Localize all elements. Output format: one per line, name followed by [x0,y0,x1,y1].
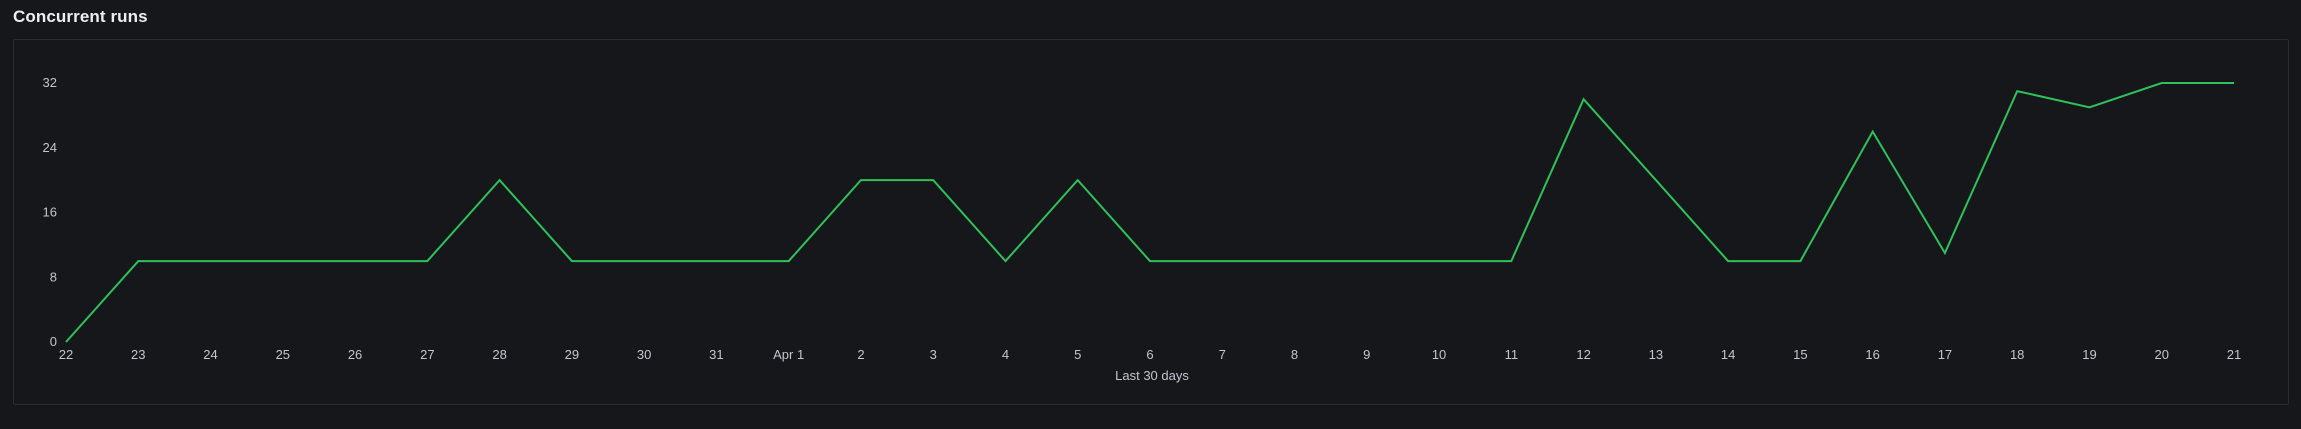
y-tick-label: 8 [50,269,57,284]
series-group [60,77,2240,348]
data-point[interactable] [205,255,217,267]
y-tick-label: 32 [43,75,57,90]
x-tick-label: Apr 1 [773,347,804,362]
data-point[interactable] [1289,255,1301,267]
y-axis-ticks: 0 8 16 24 32 [43,75,57,349]
data-point[interactable] [710,255,722,267]
data-point[interactable] [1144,255,1156,267]
data-point[interactable] [1722,255,1734,267]
data-point[interactable] [783,255,795,267]
x-tick-label: 13 [1649,347,1663,362]
x-tick-label: 31 [709,347,723,362]
x-tick-label: 26 [348,347,362,362]
x-tick-label: 5 [1074,347,1081,362]
data-point[interactable] [421,255,433,267]
data-point[interactable] [1072,174,1084,186]
x-tick-label: 12 [1576,347,1590,362]
data-point[interactable] [927,174,939,186]
data-point[interactable] [1361,255,1373,267]
x-axis-label: Last 30 days [1115,368,1189,383]
data-point[interactable] [1578,93,1590,105]
data-point[interactable] [1505,255,1517,267]
x-tick-label: 20 [2154,347,2168,362]
x-tick-label: 25 [276,347,290,362]
data-point[interactable] [1794,255,1806,267]
x-tick-label: 11 [1505,347,1519,362]
concurrent-runs-line-chart: 08162432 22 23 24 25 26 27 28 29 30 31 Apr 1234567… [43,75,2242,383]
data-point[interactable] [1216,255,1228,267]
y-tick-label: 16 [43,205,57,220]
x-tick-label: 21 [2227,347,2241,362]
y-tick-label: 0 [50,334,57,349]
data-point[interactable] [1433,255,1445,267]
x-tick-label: 9 [1363,347,1370,362]
x-tick-label: 29 [565,347,579,362]
x-tick-label: 3 [930,347,937,362]
data-point[interactable] [1867,126,1879,138]
x-tick-label: 18 [2010,347,2024,362]
data-point[interactable] [132,255,144,267]
x-tick-label: 24 [203,347,217,362]
data-point[interactable] [1939,247,1951,259]
series-line [65,82,2234,343]
data-point[interactable] [2011,85,2023,97]
data-point[interactable] [2156,77,2168,89]
data-point[interactable] [638,255,650,267]
x-tick-label: 19 [2082,347,2096,362]
x-tick-label: 14 [1721,347,1735,362]
y-tick-label: 24 [43,140,57,155]
x-axis-ticks: 22 23 24 25 26 27 28 29 30 31 Apr 1 2 3 4 5 6 7 8 9 10 11 12 1… [59,347,2241,362]
x-tick-label: 28 [492,347,506,362]
x-tick-label: 2 [857,347,864,362]
x-tick-label: 22 [59,347,73,362]
data-point[interactable] [277,255,289,267]
data-point[interactable] [1650,174,1662,186]
x-tick-label: 17 [1938,347,1952,362]
x-tick-label: 23 [131,347,145,362]
x-tick-label: 4 [1002,347,1009,362]
data-point[interactable] [855,174,867,186]
x-tick-label: 30 [637,347,651,362]
x-tick-label: 15 [1793,347,1807,362]
x-tick-label: 7 [1219,347,1226,362]
data-point[interactable] [349,255,361,267]
x-tick-label: 10 [1432,347,1446,362]
data-point[interactable] [2083,101,2095,113]
data-point[interactable] [494,174,506,186]
x-tick-label: 8 [1291,347,1298,362]
data-point[interactable] [2228,77,2240,89]
x-tick-label: 16 [1865,347,1879,362]
data-point[interactable] [60,336,72,348]
data-point[interactable] [566,255,578,267]
x-tick-label: 27 [420,347,434,362]
x-tick-label: 6 [1146,347,1153,362]
data-point[interactable] [999,255,1011,267]
